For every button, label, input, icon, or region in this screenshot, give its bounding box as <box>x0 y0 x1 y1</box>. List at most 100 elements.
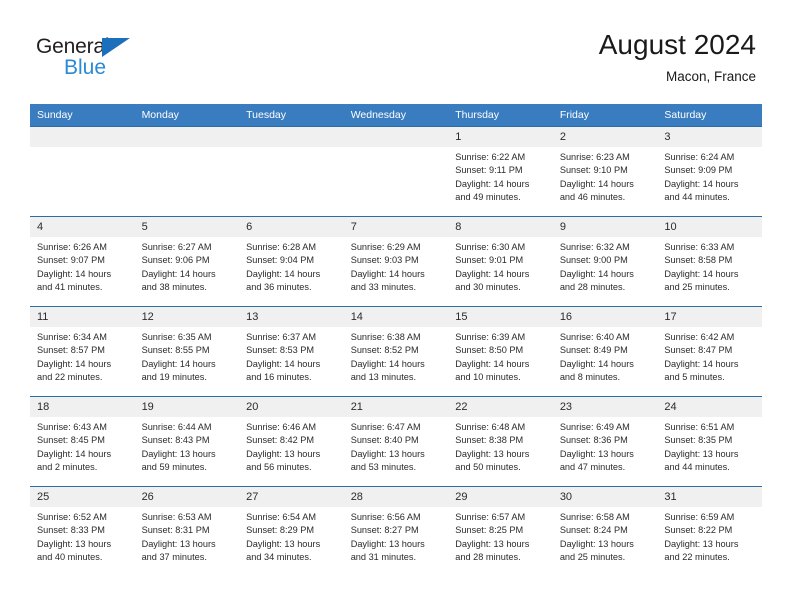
day-cell[interactable]: 16 Sunrise: 6:40 AM Sunset: 8:49 PM Dayligh… <box>552 306 658 397</box>
day-cell[interactable]: 29 Sunrise: 6:57 AM Sunset: 8:25 PM Dayligh… <box>448 486 553 577</box>
day-detail-line: and 37 minutes. <box>141 552 207 563</box>
day-sun-details: Sunrise: 6:48 AM Sunset: 8:38 PM Daylight:… <box>448 417 553 475</box>
day-cell[interactable]: 8 Sunrise: 6:30 AM Sunset: 9:01 PM Daylight… <box>448 216 553 307</box>
day-cell[interactable]: 27 Sunrise: 6:54 AM Sunset: 8:29 PM Dayligh… <box>239 486 344 577</box>
day-cell-inner: 17 Sunrise: 6:42 AM Sunset: 8:47 PM Dayligh… <box>657 307 762 396</box>
day-detail-line: and 33 minutes. <box>350 282 417 293</box>
day-number: 16 <box>552 307 658 327</box>
day-cell-inner: 9 Sunrise: 6:32 AM Sunset: 9:00 PM Daylight… <box>552 217 658 306</box>
day-number: 2 <box>552 127 658 147</box>
day-cell[interactable]: 12 Sunrise: 6:35 AM Sunset: 8:55 PM Dayligh… <box>134 306 240 397</box>
day-cell[interactable]: 17 Sunrise: 6:42 AM Sunset: 8:47 PM Dayligh… <box>657 306 762 397</box>
day-cell-inner: 28 Sunrise: 6:56 AM Sunset: 8:27 PM Dayligh… <box>343 487 449 577</box>
day-detail-line: and 16 minutes. <box>246 372 312 383</box>
day-detail-line: Daylight: 13 hours <box>455 448 530 459</box>
day-sun-details: Sunrise: 6:38 AM Sunset: 8:52 PM Daylight:… <box>344 327 449 385</box>
day-detail-line: Daylight: 14 hours <box>455 268 530 279</box>
calendar-week-row: 18 Sunrise: 6:43 AM Sunset: 8:45 PM Dayligh… <box>30 396 762 487</box>
day-detail-line: Sunset: 8:36 PM <box>559 435 628 446</box>
day-number: 23 <box>552 397 658 417</box>
day-cell[interactable]: 19 Sunrise: 6:44 AM Sunset: 8:43 PM Dayligh… <box>134 396 240 487</box>
day-sun-details: Sunrise: 6:39 AM Sunset: 8:50 PM Daylight:… <box>448 327 553 385</box>
day-detail-line: Sunset: 8:52 PM <box>350 345 419 356</box>
day-cell-inner: 4 Sunrise: 6:26 AM Sunset: 9:07 PM Daylight… <box>30 217 135 306</box>
day-cell[interactable]: 4 Sunrise: 6:26 AM Sunset: 9:07 PM Daylight… <box>30 216 135 307</box>
day-detail-line: Daylight: 14 hours <box>350 268 425 279</box>
day-detail-line: Daylight: 14 hours <box>559 358 634 369</box>
day-detail-line: Sunset: 8:25 PM <box>455 525 524 536</box>
day-detail-line: Daylight: 14 hours <box>455 358 530 369</box>
day-detail-line: and 28 minutes. <box>559 282 626 293</box>
day-detail-line: Sunrise: 6:35 AM <box>141 332 212 342</box>
day-number <box>343 127 449 147</box>
day-cell[interactable]: 22 Sunrise: 6:48 AM Sunset: 8:38 PM Dayligh… <box>448 396 553 487</box>
day-cell[interactable]: 18 Sunrise: 6:43 AM Sunset: 8:45 PM Dayligh… <box>30 396 135 487</box>
day-detail-line: Daylight: 14 hours <box>350 358 425 369</box>
day-cell-inner: 21 Sunrise: 6:47 AM Sunset: 8:40 PM Dayligh… <box>343 397 449 486</box>
weekday-header-tuesday: Tuesday <box>239 104 344 127</box>
day-cell[interactable]: 7 Sunrise: 6:29 AM Sunset: 9:03 PM Daylight… <box>343 216 449 307</box>
day-cell[interactable]: 30 Sunrise: 6:58 AM Sunset: 8:24 PM Dayligh… <box>552 486 658 577</box>
day-cell[interactable]: 28 Sunrise: 6:56 AM Sunset: 8:27 PM Dayligh… <box>343 486 449 577</box>
day-detail-line: and 2 minutes. <box>37 462 98 473</box>
day-number: 24 <box>657 397 762 417</box>
day-detail-line: Daylight: 13 hours <box>664 538 739 549</box>
day-number: 17 <box>657 307 762 327</box>
day-cell[interactable]: 31 Sunrise: 6:59 AM Sunset: 8:22 PM Dayligh… <box>657 486 762 577</box>
day-cell-inner: 23 Sunrise: 6:49 AM Sunset: 8:36 PM Dayligh… <box>552 397 658 486</box>
day-detail-line: Sunset: 8:29 PM <box>246 525 315 536</box>
day-cell[interactable]: 9 Sunrise: 6:32 AM Sunset: 9:00 PM Daylight… <box>552 216 658 307</box>
day-cell[interactable]: 11 Sunrise: 6:34 AM Sunset: 8:57 PM Dayligh… <box>30 306 135 397</box>
generalblue-logo: General Blue <box>36 36 216 84</box>
day-sun-details: Sunrise: 6:26 AM Sunset: 9:07 PM Daylight:… <box>30 237 135 295</box>
day-cell[interactable]: 2 Sunrise: 6:23 AM Sunset: 9:10 PM Daylight… <box>552 126 658 217</box>
day-number: 27 <box>239 487 344 507</box>
day-detail-line: Sunrise: 6:22 AM <box>455 152 526 162</box>
day-detail-line: Daylight: 13 hours <box>246 448 321 459</box>
day-cell[interactable]: 25 Sunrise: 6:52 AM Sunset: 8:33 PM Dayligh… <box>30 486 135 577</box>
day-cell-inner: 22 Sunrise: 6:48 AM Sunset: 8:38 PM Dayligh… <box>448 397 553 486</box>
day-detail-line: Sunset: 8:38 PM <box>455 435 524 446</box>
day-sun-details <box>135 147 240 151</box>
day-cell[interactable]: 14 Sunrise: 6:38 AM Sunset: 8:52 PM Dayligh… <box>343 306 449 397</box>
day-detail-line: and 30 minutes. <box>455 282 521 293</box>
day-cell[interactable]: 10 Sunrise: 6:33 AM Sunset: 8:58 PM Dayligh… <box>657 216 762 307</box>
day-sun-details: Sunrise: 6:34 AM Sunset: 8:57 PM Daylight:… <box>30 327 135 385</box>
day-cell-inner: 6 Sunrise: 6:28 AM Sunset: 9:04 PM Daylight… <box>239 217 344 306</box>
day-cell[interactable]: 3 Sunrise: 6:24 AM Sunset: 9:09 PM Daylight… <box>657 126 762 217</box>
day-cell[interactable]: 26 Sunrise: 6:53 AM Sunset: 8:31 PM Dayligh… <box>134 486 240 577</box>
day-detail-line: and 25 minutes. <box>559 552 626 563</box>
weekday-header-wednesday: Wednesday <box>343 104 449 127</box>
day-detail-line: and 8 minutes. <box>559 372 621 383</box>
day-sun-details: Sunrise: 6:35 AM Sunset: 8:55 PM Daylight:… <box>135 327 240 385</box>
day-cell[interactable]: 24 Sunrise: 6:51 AM Sunset: 8:35 PM Dayligh… <box>657 396 762 487</box>
day-sun-details: Sunrise: 6:42 AM Sunset: 8:47 PM Daylight:… <box>657 327 762 385</box>
day-sun-details: Sunrise: 6:29 AM Sunset: 9:03 PM Daylight:… <box>344 237 449 295</box>
day-cell[interactable]: 13 Sunrise: 6:37 AM Sunset: 8:53 PM Dayligh… <box>239 306 344 397</box>
day-cell[interactable]: 23 Sunrise: 6:49 AM Sunset: 8:36 PM Dayligh… <box>552 396 658 487</box>
day-cell[interactable]: 6 Sunrise: 6:28 AM Sunset: 9:04 PM Daylight… <box>239 216 344 307</box>
day-cell[interactable]: 5 Sunrise: 6:27 AM Sunset: 9:06 PM Daylight… <box>134 216 240 307</box>
day-number: 13 <box>239 307 344 327</box>
day-number: 11 <box>30 307 135 327</box>
day-detail-line: and 22 minutes. <box>37 372 103 383</box>
day-cell[interactable]: 15 Sunrise: 6:39 AM Sunset: 8:50 PM Dayligh… <box>448 306 553 397</box>
day-number: 10 <box>657 217 762 237</box>
day-detail-line: Sunset: 8:53 PM <box>246 345 315 356</box>
day-cell[interactable]: 1 Sunrise: 6:22 AM Sunset: 9:11 PM Daylight… <box>448 126 553 217</box>
day-detail-line: and 36 minutes. <box>246 282 312 293</box>
day-number: 30 <box>552 487 658 507</box>
day-detail-line: Sunset: 8:50 PM <box>455 345 524 356</box>
day-cell[interactable]: 20 Sunrise: 6:46 AM Sunset: 8:42 PM Dayligh… <box>239 396 344 487</box>
calendar-table: Sunday Monday Tuesday Wednesday Thursday Frid… <box>30 104 762 577</box>
day-detail-line: Sunset: 9:11 PM <box>455 165 523 176</box>
day-detail-line: Sunrise: 6:48 AM <box>455 422 526 432</box>
day-detail-line: Sunrise: 6:58 AM <box>559 512 630 522</box>
day-cell[interactable]: 21 Sunrise: 6:47 AM Sunset: 8:40 PM Dayligh… <box>343 396 449 487</box>
day-cell-inner <box>239 127 344 216</box>
day-detail-line: Sunset: 9:10 PM <box>559 165 628 176</box>
day-detail-line: Sunset: 9:04 PM <box>246 255 315 266</box>
calendar-week-row: 4 Sunrise: 6:26 AM Sunset: 9:07 PM Daylight… <box>30 216 762 307</box>
page-header: General Blue August 2024 Macon, France <box>0 0 792 96</box>
day-sun-details: Sunrise: 6:43 AM Sunset: 8:45 PM Daylight:… <box>30 417 135 475</box>
